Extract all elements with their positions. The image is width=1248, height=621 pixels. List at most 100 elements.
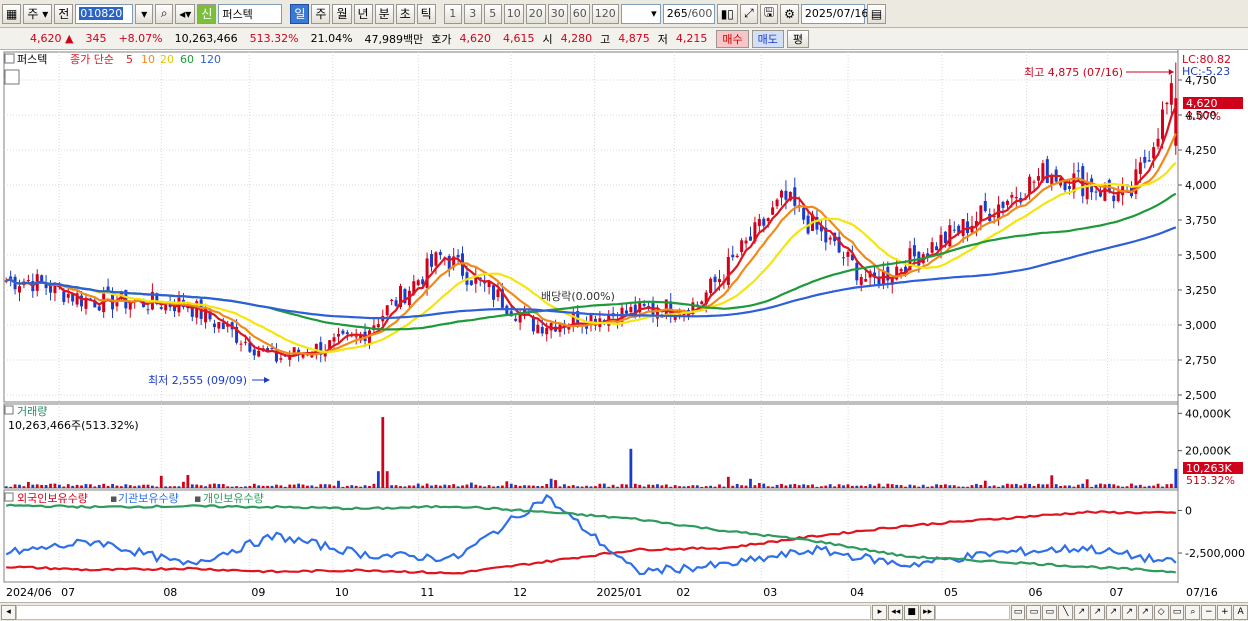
volume-bar: [186, 474, 190, 488]
minute-option-5[interactable]: 5: [483, 3, 502, 24]
minute-option-60[interactable]: 60: [569, 3, 590, 24]
toolbar: ▦ 주 ▾ 전 010820 ▾ ⌕ ◂▾ 신 퍼스텍 일주월년분초틱 1351…: [0, 0, 1248, 28]
volume-bar: [93, 486, 97, 488]
search-icon[interactable]: ⌕: [155, 3, 174, 24]
volume-panel-menu-icon[interactable]: [4, 405, 14, 415]
period-tab-1[interactable]: 주: [311, 3, 331, 24]
x-tick-label-last: 07/16: [1186, 586, 1218, 599]
legend-ma-120: 120: [200, 53, 221, 66]
volume-bar: [899, 485, 903, 488]
window-layout-3-icon[interactable]: ▭: [1042, 604, 1058, 620]
draw-tool-4-icon[interactable]: ↗: [1121, 604, 1137, 620]
scroll-track[interactable]: [15, 604, 872, 620]
buy-button[interactable]: 매수: [716, 29, 749, 48]
chart-draw-icon[interactable]: ⤢: [739, 3, 758, 24]
period-tab-0[interactable]: 일: [290, 3, 310, 24]
volume-bar: [438, 485, 442, 488]
candle-body: [952, 229, 956, 231]
volume-bar: [151, 485, 154, 488]
window-layout-1-icon[interactable]: ▭: [1010, 604, 1026, 620]
period-tab-3[interactable]: 년: [353, 3, 373, 24]
period-tab-6[interactable]: 틱: [416, 3, 436, 24]
volume-bar: [917, 486, 921, 488]
draw-tool-5-icon[interactable]: ↗: [1137, 604, 1153, 620]
copy-icon[interactable]: ▭: [1169, 604, 1185, 620]
prev-button[interactable]: 전: [54, 3, 74, 24]
font-size-icon[interactable]: A: [1233, 604, 1248, 620]
volume-bar: [279, 485, 283, 488]
code-dropdown-icon[interactable]: ▾: [135, 3, 154, 24]
draw-tool-3-icon[interactable]: ↗: [1105, 604, 1121, 620]
current-price: 4,620 ▲: [30, 32, 74, 45]
volume-bar: [1041, 484, 1045, 488]
volume-bar: [496, 486, 500, 488]
volume-bar: [217, 484, 221, 488]
zoom-search-icon[interactable]: ⌕: [1185, 604, 1201, 620]
shape-tool-icon[interactable]: ◇: [1153, 604, 1169, 620]
minute-option-1[interactable]: 1: [443, 3, 462, 24]
zoom-out-icon[interactable]: −: [1201, 604, 1217, 620]
speaker-icon[interactable]: ◂▾: [175, 3, 196, 24]
volume-bar: [1112, 484, 1116, 488]
avg-button[interactable]: 평: [786, 29, 810, 48]
scroll-right-icon[interactable]: ▸: [872, 604, 888, 620]
minute-option-120[interactable]: 120: [591, 3, 619, 24]
x-tick-label: 07: [61, 586, 75, 599]
volume-bar: [864, 486, 868, 488]
candle-body: [221, 322, 225, 330]
volume-bar: [678, 486, 682, 488]
trend-line-icon[interactable]: ╲: [1058, 604, 1074, 620]
window-layout-2-icon[interactable]: ▭: [1026, 604, 1042, 620]
period-tab-5[interactable]: 초: [395, 3, 415, 24]
candle-body: [159, 307, 163, 309]
zoom-in-icon[interactable]: +: [1217, 604, 1233, 620]
count-input[interactable]: 265/600: [662, 3, 715, 24]
candle-type-icon[interactable]: ▮▯: [716, 3, 738, 24]
volume-bar: [567, 485, 571, 488]
volume-bar: [913, 485, 916, 488]
stock-name-field[interactable]: 퍼스텍: [218, 3, 283, 24]
date-input[interactable]: 2025/07/16: [800, 3, 868, 24]
stock-chart-svg[interactable]: 2024/06 07 08 09 10 11 12 2025/01 02 03 04 05 06 07 07…: [0, 50, 1248, 602]
volume-bar: [407, 485, 411, 488]
stop-icon[interactable]: ■: [904, 604, 920, 620]
save-icon[interactable]: 🖫: [759, 3, 779, 24]
fast-forward-icon[interactable]: ▸▸: [920, 604, 936, 620]
calendar-icon[interactable]: ▤: [866, 3, 887, 24]
draw-tool-1-icon[interactable]: ↗: [1074, 604, 1090, 620]
candle-body: [1112, 195, 1116, 202]
volume-bar: [563, 484, 566, 488]
minute-custom-input[interactable]: ▾: [620, 3, 661, 24]
zoom-slider[interactable]: [935, 604, 1010, 620]
draw-tool-2-icon[interactable]: ↗: [1090, 604, 1105, 620]
minute-option-30[interactable]: 30: [547, 3, 568, 24]
volume-bar: [607, 486, 611, 488]
candle-body: [766, 218, 770, 222]
gear-icon[interactable]: ⚙: [780, 3, 799, 24]
candle-body: [912, 245, 916, 257]
scroll-left-icon[interactable]: ◂: [1, 604, 16, 620]
zoom-toggle-icon[interactable]: [4, 69, 20, 85]
volume-bar: [452, 484, 456, 488]
volume-bar: [1165, 484, 1169, 488]
candle-body: [536, 324, 540, 334]
period-tab-2[interactable]: 월: [332, 3, 352, 24]
minute-option-10[interactable]: 10: [503, 3, 524, 24]
volume-bar: [124, 484, 128, 488]
candle-body: [979, 205, 983, 222]
volume-bar: [997, 486, 1000, 488]
holding-panel-menu-icon[interactable]: [4, 492, 14, 502]
rewind-icon[interactable]: ◂◂: [888, 604, 904, 620]
legend-foreign: 외국인보유수량: [17, 492, 88, 505]
minute-option-20[interactable]: 20: [525, 3, 546, 24]
minute-option-3[interactable]: 3: [463, 3, 482, 24]
panel-menu-icon[interactable]: [4, 53, 15, 64]
stock-code-input[interactable]: 010820: [75, 3, 134, 24]
volume-bar: [505, 481, 509, 488]
sell-button[interactable]: 매도: [751, 29, 784, 48]
chart-area[interactable]: 2024/06 07 08 09 10 11 12 2025/01 02 03 04 05 06 07 07…: [0, 50, 1248, 602]
chart-menu-icon[interactable]: ▦: [2, 3, 22, 24]
volume-bar: [49, 483, 52, 488]
market-type-select[interactable]: 주 ▾: [23, 3, 53, 24]
period-tab-4[interactable]: 분: [374, 3, 394, 24]
